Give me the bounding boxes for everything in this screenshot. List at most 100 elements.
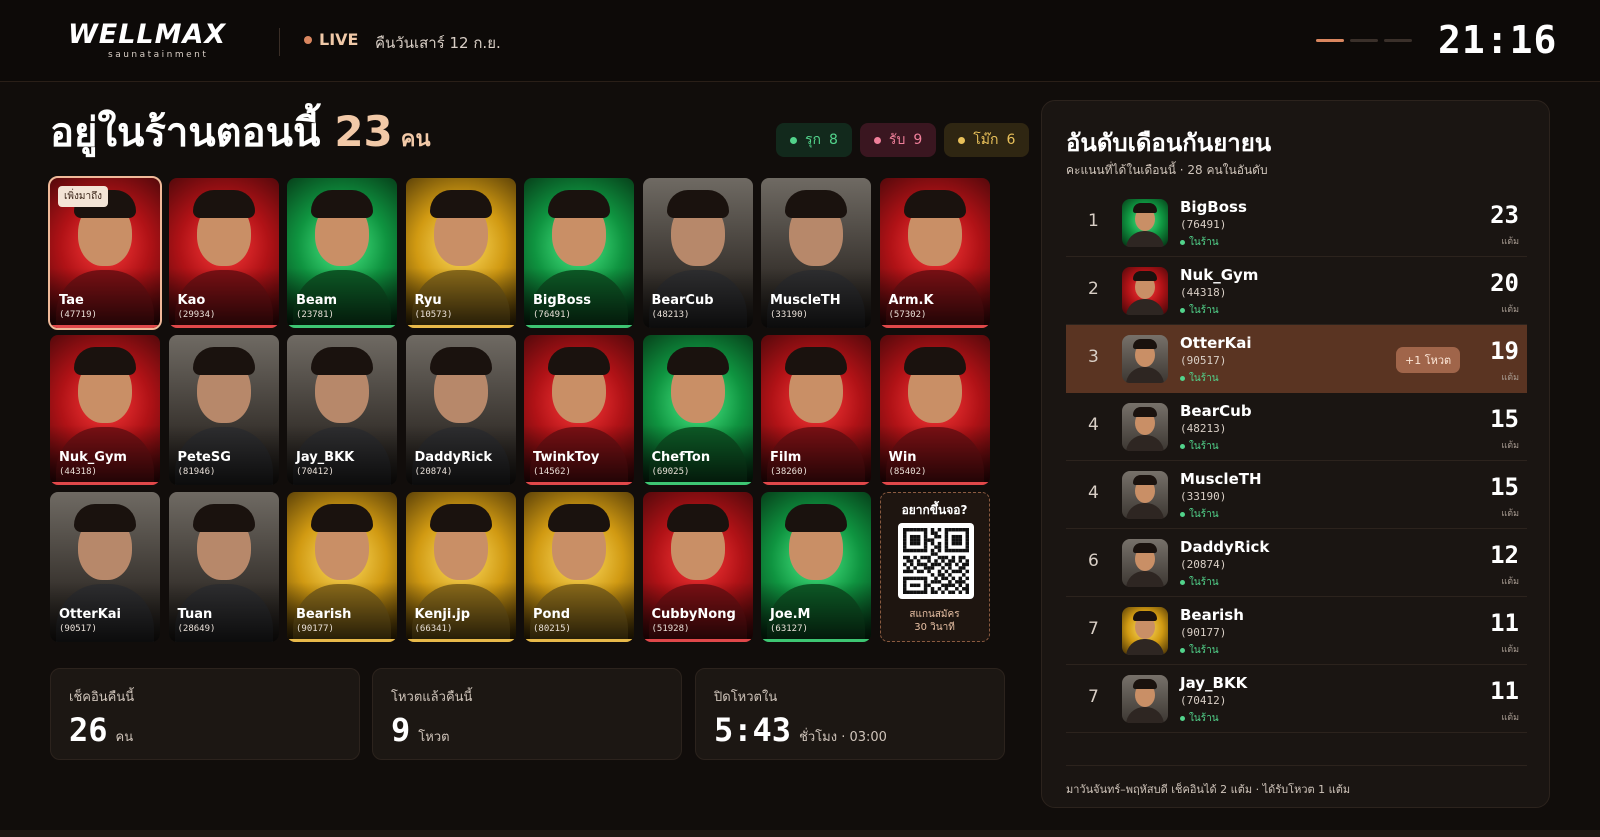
avatar-hair [1133,611,1157,621]
member-card: DaddyRick (20874) [405,335,516,485]
in-store-status: ในร้าน [1180,235,1219,250]
avatar-hair [1133,543,1157,553]
stat-label: เช็คอินคืนนี้ [69,690,135,705]
member-code: (48213) [651,310,690,320]
member-name: Win [888,450,917,465]
stat-unit: ชั่วโมง · 03:00 [799,730,887,745]
qr-title: อยากขึ้นจอ? [901,503,968,517]
member-code: (69025) [651,467,690,477]
member-card: Win (85402) [879,335,990,485]
status-dot-icon [1180,580,1185,585]
member-card: Pond (80215) [524,492,634,642]
bottom-dot-icon [873,136,881,144]
pill-count: 6 [1006,132,1016,148]
rank-name: DaddyRick [1180,538,1270,556]
stat-unit: โหวต [418,730,450,745]
member-card: Ryu (10573) [405,178,516,328]
pill-bottom: รับ 9 [859,123,937,157]
avatar [1122,607,1168,655]
role-color-bar [406,482,516,485]
status-dot-icon [1180,240,1185,245]
member-card: PeteSG (81946) [168,335,279,485]
leaderboard-row: 3 OtterKai (90517) ในร้าน 19 แต้ม +1 โหวต [1066,325,1527,393]
leaderboard-subtitle: คะแนนที่ได้ในเดือนนี้ · 28 คนในอันดับ [1066,163,1268,177]
stat-checkins: เช็คอินคืนนี้ 26 คน [50,668,360,760]
leaderboard-footer: มาวันจันทร์–พฤหัสบดี เช็คอินได้ 2 แต้ม ·… [1066,765,1527,798]
score-unit: แต้ม [1501,509,1519,519]
member-code: (29934) [177,310,216,320]
role-color-bar [169,639,279,642]
rank-number: 7 [1088,619,1099,639]
member-name: Joe.M [770,607,811,622]
signup-qr-card[interactable]: อยากขึ้นจอ? สแกนสมัคร 30 วินาที [879,492,990,642]
qr-code-icon[interactable] [897,523,974,599]
member-card: Jay_BKK (70412) [287,335,397,485]
member-card: ChefTon (69025) [642,335,753,485]
role-color-bar [524,639,634,642]
portrait-hair [548,347,610,375]
member-name: OtterKai [59,607,122,622]
in-store-status: ในร้าน [1180,507,1219,522]
avatar-body [1126,367,1164,383]
status-dot-icon [1180,308,1185,313]
stat-label: โหวตแล้วคืนนี้ [391,690,473,705]
role-color-bar [879,325,990,328]
member-code: (23781) [296,310,334,320]
role-color-bar [287,639,397,642]
member-code: (47719) [59,310,97,320]
role-color-bar [524,482,634,485]
member-card: Nuk_Gym (44318) [50,335,160,485]
pager-dot-2 [1350,39,1378,42]
status-dot-icon [1180,444,1185,449]
member-code: (10573) [414,310,453,320]
member-card: Arm.K (57302) [879,178,990,328]
leaderboard-row: 2 Nuk_Gym (44318) ในร้าน 20 แต้ม [1066,257,1527,325]
member-name: Kenji.jp [414,607,471,622]
title-text: อยู่ในร้านตอนนี้ [50,110,321,156]
role-color-bar [761,325,871,328]
role-color-bar [524,325,634,328]
member-code: (20874) [414,467,453,477]
pill-label: โม๊ก [973,132,999,148]
rank-code: (90517) [1180,354,1227,367]
rank-name: Bearish [1180,606,1244,624]
member-name: ChefTon [651,450,711,465]
avatar-body [1126,231,1164,247]
status-label: ในร้าน [1189,441,1219,452]
status-dot-icon [1180,512,1185,517]
member-grid: เพิ่งมาถึง Tae (47719) Kao (29934) Beam (23781… [48,176,1005,650]
role-color-bar [169,482,279,485]
rank-score: 23 [1490,201,1519,229]
portrait-hair [192,504,255,532]
score-unit: แต้ม [1501,645,1519,655]
member-name: BigBoss [533,293,591,308]
role-color-bar [761,639,871,642]
member-code: (66341) [414,624,453,634]
member-name: Kao [177,293,206,308]
stat-unit: คน [115,730,134,745]
avatar [1122,539,1168,587]
role-color-bar [168,325,279,328]
vers-dot-icon [958,136,966,144]
logo-wordmark: WELLMAX [68,19,227,50]
rank-number: 7 [1088,687,1099,707]
rank-number: 1 [1088,211,1099,231]
pill-count: 8 [829,132,838,148]
member-code: (70412) [296,467,334,477]
rank-code: (48213) [1180,422,1227,435]
avatar-body [1126,571,1164,587]
member-card: CubbyNong (51928) [642,492,753,642]
stat-votes: โหวตแล้วคืนนี้ 9 โหวต [372,668,682,760]
in-store-status: ในร้าน [1180,371,1219,386]
rank-score: 11 [1490,609,1519,637]
portrait-hair [785,190,847,218]
leaderboard-row: 7 Jay_BKK (70412) ในร้าน 11 แต้ม [1066,665,1527,733]
member-name: DaddyRick [414,450,492,465]
member-name: Tae [59,293,84,308]
portrait-hair [785,347,847,375]
member-name: MuscleTH [770,293,841,308]
pill-top: รุก 8 [776,123,852,157]
rank-number: 4 [1088,415,1099,435]
member-code: (57302) [888,310,927,320]
role-color-bar [50,482,160,485]
